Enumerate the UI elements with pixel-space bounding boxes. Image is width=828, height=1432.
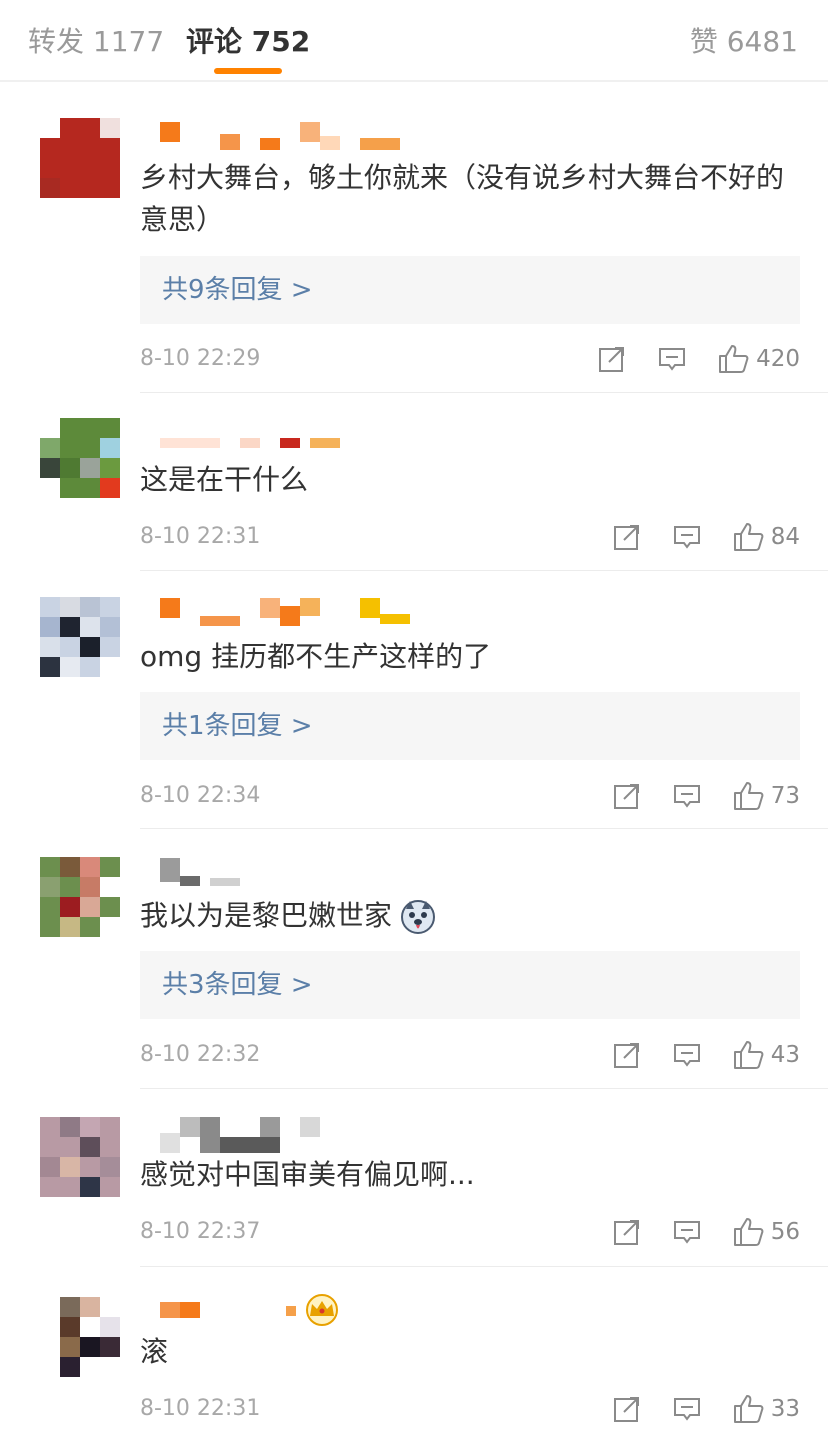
timestamp: 8-10 22:37: [140, 1219, 261, 1244]
husky-emoji-icon: [400, 899, 436, 935]
comment-button[interactable]: [673, 1041, 701, 1069]
divider: [0, 80, 828, 82]
repost-icon: [613, 1218, 641, 1246]
comment-button[interactable]: [673, 1395, 701, 1423]
comment-button[interactable]: [658, 345, 686, 373]
like-count: 420: [756, 346, 800, 372]
avatar[interactable]: [40, 857, 120, 937]
reply-summary[interactable]: 共1条回复 >: [140, 692, 800, 760]
repost-icon: [613, 523, 641, 551]
repost-button[interactable]: [613, 1395, 641, 1423]
timestamp: 8-10 22:34: [140, 783, 261, 808]
action-bar: 43: [581, 1038, 800, 1072]
tab-comments[interactable]: 评论 752: [186, 20, 310, 60]
username-blurred[interactable]: [140, 858, 250, 886]
tab-repost[interactable]: 转发 1177: [28, 20, 164, 60]
reply-count-link[interactable]: 共3条回复 >: [162, 970, 313, 1000]
repost-button[interactable]: [598, 345, 626, 373]
comment-icon: [673, 1041, 701, 1069]
like-button[interactable]: 43: [733, 1040, 800, 1070]
like-button[interactable]: 56: [733, 1217, 800, 1247]
repost-icon: [598, 345, 626, 373]
repost-icon: [613, 1395, 641, 1423]
comment-icon: [673, 1218, 701, 1246]
comment-button[interactable]: [673, 1218, 701, 1246]
crown-badge-icon: [306, 1294, 338, 1326]
like-count: 73: [770, 783, 800, 809]
comment-divider: [140, 392, 828, 393]
reply-count-link[interactable]: 共9条回复 >: [162, 275, 313, 305]
like-button[interactable]: 73: [733, 781, 800, 811]
comment-icon: [673, 523, 701, 551]
comment-divider: [140, 570, 828, 571]
active-tab-indicator: [214, 68, 282, 74]
action-bar: 56: [581, 1215, 800, 1249]
repost-button[interactable]: [613, 1218, 641, 1246]
comment-text: 乡村大舞台，够土你就来（没有说乡村大舞台不好的意思）: [140, 161, 785, 236]
like-count: 33: [770, 1396, 800, 1422]
thumbs-up-icon: [718, 344, 750, 374]
timestamp: 8-10 22:31: [140, 524, 261, 549]
repost-icon: [613, 782, 641, 810]
timestamp: 8-10 22:32: [140, 1042, 261, 1067]
repost-button[interactable]: [613, 1041, 641, 1069]
comment-button[interactable]: [673, 523, 701, 551]
action-bar: 73: [581, 779, 800, 813]
tab-likes[interactable]: 赞 6481: [690, 20, 798, 60]
avatar[interactable]: [40, 118, 120, 198]
thumbs-up-icon: [733, 1040, 765, 1070]
action-bar: 420: [566, 342, 800, 376]
timestamp: 8-10 22:29: [140, 346, 261, 371]
thumbs-up-icon: [733, 781, 765, 811]
comment-text: 感觉对中国审美有偏见啊...: [140, 1158, 475, 1191]
thumbs-up-icon: [733, 522, 765, 552]
comment-icon: [673, 782, 701, 810]
like-button[interactable]: 84: [733, 522, 800, 552]
comment-text: 滚: [140, 1335, 169, 1368]
like-count: 43: [770, 1042, 800, 1068]
comment-icon: [658, 345, 686, 373]
avatar[interactable]: [40, 418, 120, 498]
repost-icon: [613, 1041, 641, 1069]
comment-button[interactable]: [673, 782, 701, 810]
reply-summary[interactable]: 共3条回复 >: [140, 951, 800, 1019]
timestamp: 8-10 22:31: [140, 1396, 261, 1421]
comment-divider: [140, 1088, 828, 1089]
avatar[interactable]: [40, 597, 120, 677]
repost-button[interactable]: [613, 782, 641, 810]
username-blurred[interactable]: [140, 1117, 340, 1153]
comment-text: omg 挂历都不生产这样的了: [140, 640, 492, 673]
repost-button[interactable]: [613, 523, 641, 551]
reply-count-link[interactable]: 共1条回复 >: [162, 711, 313, 741]
comment-text: 这是在干什么: [140, 463, 309, 496]
thumbs-up-icon: [733, 1217, 765, 1247]
comment-text: 我以为是黎巴嫩世家: [140, 895, 788, 937]
thumbs-up-icon: [733, 1394, 765, 1424]
reply-summary[interactable]: 共9条回复 >: [140, 256, 800, 324]
username-blurred[interactable]: [140, 598, 410, 626]
comment-icon: [673, 1395, 701, 1423]
avatar[interactable]: [40, 1297, 120, 1377]
comment-divider: [140, 1266, 828, 1267]
avatar[interactable]: [40, 1117, 120, 1197]
comment-tabs: 转发 1177 评论 752 赞 6481: [0, 0, 828, 82]
like-button[interactable]: 420: [718, 344, 800, 374]
comment-divider: [140, 828, 828, 829]
username-blurred[interactable]: [140, 1292, 350, 1326]
like-count: 84: [770, 524, 800, 550]
action-bar: 33: [581, 1392, 800, 1426]
like-count: 56: [770, 1219, 800, 1245]
like-button[interactable]: 33: [733, 1394, 800, 1424]
username-blurred[interactable]: [140, 122, 410, 150]
action-bar: 84: [581, 520, 800, 554]
